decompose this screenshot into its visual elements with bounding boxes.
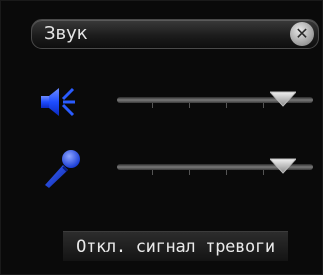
slider-thumb[interactable] bbox=[268, 158, 298, 174]
close-button[interactable]: ✕ bbox=[290, 22, 314, 46]
microphone-volume-slider[interactable] bbox=[117, 158, 313, 176]
disable-alarm-button[interactable]: Откл. сигнал тревоги bbox=[63, 231, 288, 261]
sound-panel: Звук ✕ Откл. сигнал тревоги bbox=[0, 0, 323, 275]
panel-title: Звук bbox=[44, 23, 88, 44]
panel-header: Звук ✕ bbox=[31, 19, 319, 49]
slider-thumb[interactable] bbox=[268, 91, 298, 107]
speaker-volume-slider[interactable] bbox=[117, 91, 313, 109]
speaker-volume-icon bbox=[37, 81, 81, 125]
microphone-icon bbox=[41, 148, 85, 192]
close-icon: ✕ bbox=[295, 24, 309, 43]
